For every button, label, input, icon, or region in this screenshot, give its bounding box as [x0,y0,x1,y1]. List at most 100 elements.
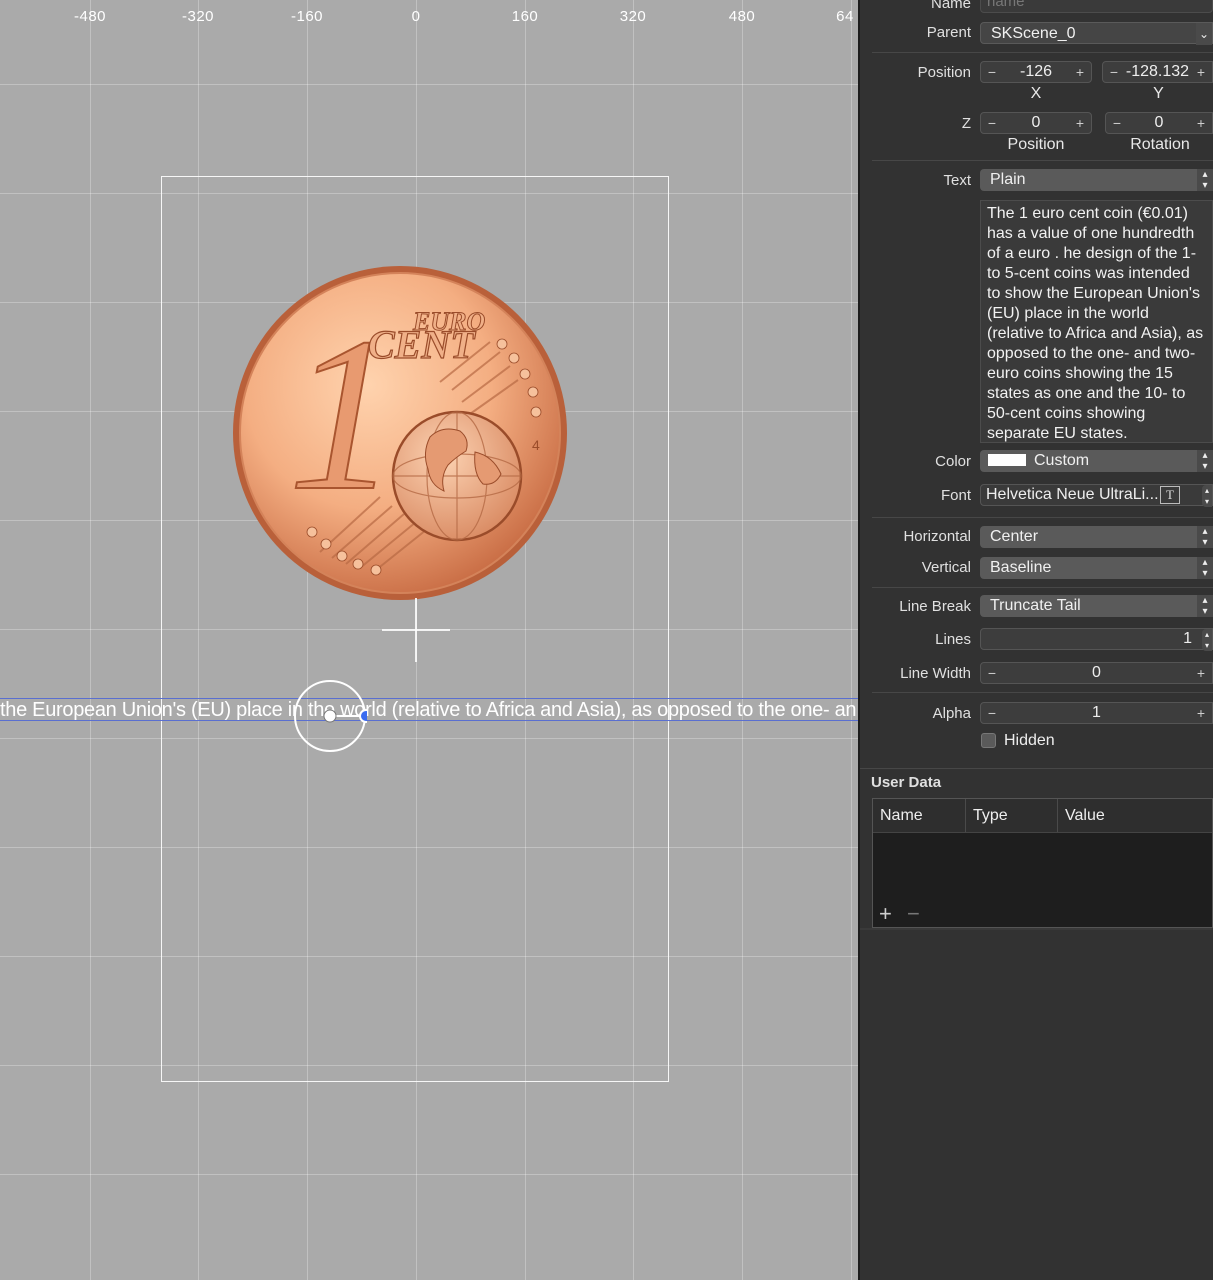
column-header-value[interactable]: Value [1058,799,1212,832]
plus-icon[interactable]: + [1069,113,1091,133]
vertical-alignment-popup[interactable]: Baseline ▴ ▾ [980,557,1213,579]
euro-cent-coin-sprite[interactable]: 1 EURO CENT 4 [230,262,570,604]
plus-icon[interactable]: + [1190,62,1212,82]
text-type-value: Plain [990,171,1026,188]
parent-value: SKScene_0 [991,25,1076,42]
add-row-button[interactable]: + [879,903,892,925]
separator [872,517,1213,518]
z-rotation-stepper[interactable]: − 0 + [1105,112,1213,134]
user-data-table[interactable]: Name Type Value + − [872,798,1213,928]
line-break-popup[interactable]: Truncate Tail ▴ ▾ [980,595,1213,617]
name-label: Name [930,0,971,12]
minus-icon[interactable]: − [981,62,1003,82]
separator [860,928,1213,930]
grid-line-v [742,0,743,1280]
z-position-stepper[interactable]: − 0 + [980,112,1092,134]
lines-label: Lines [935,631,971,648]
ruler-label: 160 [511,8,539,25]
separator [872,692,1213,693]
line-width-value: 0 [1092,664,1101,681]
hidden-label: Hidden [1004,732,1055,749]
origin-marker-vertical [415,598,417,662]
minus-icon[interactable]: − [981,113,1003,133]
column-header-type[interactable]: Type [966,799,1058,832]
plus-icon[interactable]: + [1190,663,1212,683]
position-y-stepper[interactable]: − -128.132 + [1102,61,1213,83]
alpha-value: 1 [1092,704,1101,721]
minus-icon[interactable]: − [1106,113,1128,133]
horizontal-value: Center [990,528,1039,545]
position-y-caption: Y [1153,85,1164,102]
hidden-checkbox[interactable] [981,733,996,748]
vertical-value: Baseline [990,559,1052,576]
user-data-table-header: Name Type Value [873,799,1212,833]
up-down-arrows-icon: ▴ ▾ [1197,557,1213,579]
font-picker-icon[interactable]: T [1160,486,1180,504]
z-position-caption: Position [1007,136,1065,153]
font-field[interactable]: Helvetica Neue UltraLi... T ▴ ▾ [980,484,1213,507]
line-width-label: Line Width [900,665,971,682]
separator [860,768,1213,769]
up-down-arrows-icon: ▴ ▾ [1197,169,1213,191]
remove-row-button[interactable]: − [907,903,920,925]
up-down-arrows-icon: ▴ ▾ [1197,526,1213,548]
minus-icon[interactable]: − [1103,62,1125,82]
rotation-handle[interactable] [293,679,367,753]
position-x-stepper[interactable]: − -126 + [980,61,1092,83]
selection-box [0,698,858,721]
attributes-inspector: Name name Parent SKScene_0 ⌄ Position − … [858,0,1213,1280]
plus-icon[interactable]: + [1190,703,1212,723]
font-value: Helvetica Neue UltraLi... [986,486,1159,503]
line-width-stepper[interactable]: − 0 + [980,662,1213,684]
ruler-label: -320 [181,8,215,25]
minus-icon[interactable]: − [981,703,1003,723]
user-data-title: User Data [871,774,942,791]
z-label: Z [961,115,971,132]
color-swatch [988,453,1026,466]
ruler-label: 320 [619,8,647,25]
minus-icon[interactable]: − [981,663,1003,683]
up-down-arrows-icon: ▴ ▾ [1197,595,1213,617]
chevron-down-icon: ⌄ [1196,23,1212,45]
text-label: Text [943,172,971,189]
separator [872,160,1213,161]
text-type-popup[interactable]: Plain ▴ ▾ [980,169,1213,191]
position-x-value: -126 [1019,63,1053,80]
z-position-value: 0 [1031,114,1041,131]
grid-line-v [90,0,91,1280]
text-content-area[interactable]: The 1 euro cent coin (€0.01) has a value… [980,200,1213,443]
color-value: Custom [1034,452,1090,469]
ruler-label: 480 [728,8,756,25]
grid-line-h [0,84,858,85]
lines-value: 1 [1183,630,1192,647]
alpha-label: Alpha [932,705,971,722]
name-placeholder: name [987,0,1025,10]
position-y-value: -128.132 [1125,63,1190,80]
ruler-label: -480 [73,8,107,25]
name-field[interactable]: name [980,0,1213,13]
parent-popup[interactable]: SKScene_0 ⌄ [980,22,1213,45]
horizontal-label: Horizontal [903,528,971,545]
coin-small-numeral: 4 [532,437,540,453]
plus-icon[interactable]: + [1069,62,1091,82]
separator [872,587,1213,588]
separator [872,52,1213,53]
horizontal-alignment-popup[interactable]: Center ▴ ▾ [980,526,1213,548]
vertical-label: Vertical [921,559,971,576]
column-header-name[interactable]: Name [873,799,966,832]
color-popup[interactable]: Custom ▴ ▾ [980,450,1213,472]
alpha-stepper[interactable]: − 1 + [980,702,1213,724]
up-down-arrows-icon[interactable]: ▴ ▾ [1202,629,1212,651]
up-down-arrows-icon: ▴ ▾ [1197,450,1213,472]
scene-canvas[interactable]: -480 -320 -160 0 160 320 480 64 1 EURO C… [0,0,858,1280]
ruler-label: 64 [836,8,854,25]
grid-line-h [0,1174,858,1175]
up-down-arrows-icon[interactable]: ▴ ▾ [1202,485,1212,507]
plus-icon[interactable]: + [1190,113,1212,133]
line-break-label: Line Break [899,598,971,615]
ruler-label: 0 [411,8,421,25]
font-label: Font [940,487,971,504]
grid-line-v [851,0,852,1280]
z-rotation-caption: Rotation [1130,136,1190,153]
lines-field[interactable]: 1 ▴ ▾ [980,628,1213,651]
